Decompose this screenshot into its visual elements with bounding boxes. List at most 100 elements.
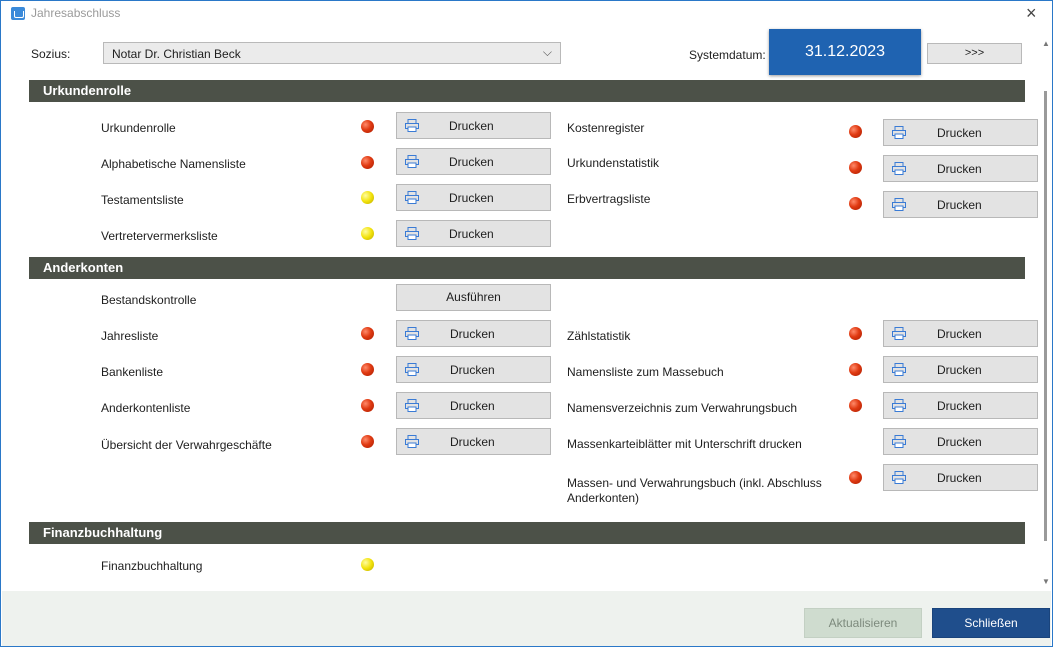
vertretervermerksliste-label: Vertretervermerksliste	[101, 229, 218, 243]
printer-icon	[892, 162, 906, 175]
print-button-label: Drucken	[450, 435, 495, 449]
systemdatum-value: 31.12.2023	[769, 29, 921, 75]
printer-icon	[405, 363, 419, 376]
print-button-alphabetische-namensliste[interactable]: Drucken	[396, 148, 551, 175]
print-button-zaehlstatistik[interactable]: Drucken	[883, 320, 1038, 347]
printer-icon	[892, 471, 906, 484]
status-indicator-red	[361, 120, 374, 133]
print-button-namensverzeichnis-verwahrungsbuch[interactable]: Drucken	[883, 392, 1038, 419]
execute-button-bestandskontrolle[interactable]: Ausführen	[396, 284, 551, 311]
scrollbar-thumb[interactable]	[1044, 91, 1047, 541]
print-button-namensliste-massebuch[interactable]: Drucken	[883, 356, 1038, 383]
print-button-label: Drucken	[937, 399, 982, 413]
title-bar: Jahresabschluss ×	[1, 1, 1052, 27]
bankenliste-label: Bankenliste	[101, 365, 164, 379]
printer-icon	[405, 155, 419, 168]
kostenregister-label: Kostenregister	[567, 121, 645, 135]
print-button-massen-verwahrungsbuch[interactable]: Drucken	[883, 464, 1038, 491]
status-indicator-red	[361, 435, 374, 448]
printer-icon	[892, 399, 906, 412]
print-button-uebersicht-verwahrgeschaefte[interactable]: Drucken	[396, 428, 551, 455]
printer-icon	[405, 399, 419, 412]
alphabetische-namensliste-label: Alphabetische Namensliste	[101, 157, 246, 171]
print-button-massenkarteiblaetter[interactable]: Drucken	[883, 428, 1038, 455]
printer-icon	[405, 119, 419, 132]
print-button-label: Drucken	[937, 162, 982, 176]
print-button-bankenliste[interactable]: Drucken	[396, 356, 551, 383]
print-button-label: Drucken	[937, 471, 982, 485]
bestandskontrolle-label: Bestandskontrolle	[101, 293, 197, 307]
print-button-label: Drucken	[449, 119, 494, 133]
status-indicator-yellow	[361, 227, 374, 240]
close-icon[interactable]: ×	[1026, 3, 1037, 24]
status-indicator-red	[849, 161, 862, 174]
print-button-label: Drucken	[937, 435, 982, 449]
print-button-label: Drucken	[450, 363, 495, 377]
zaehlstatistik-label: Zählstatistik	[567, 329, 631, 343]
anderkontenliste-label: Anderkontenliste	[101, 401, 191, 415]
printer-icon	[892, 435, 906, 448]
status-indicator-red	[849, 327, 862, 340]
finanzbuchhaltung-label: Finanzbuchhaltung	[101, 559, 203, 573]
status-indicator-yellow	[361, 191, 374, 204]
printer-icon	[892, 198, 906, 211]
print-button-erbvertragsliste[interactable]: Drucken	[883, 191, 1038, 218]
massen-verwahrungsbuch-label-line1: Massen- und Verwahrungsbuch (inkl. Absch…	[567, 476, 822, 490]
print-button-kostenregister[interactable]: Drucken	[883, 119, 1038, 146]
printer-icon	[405, 227, 419, 240]
status-indicator-red	[849, 125, 862, 138]
chevron-down-icon: ⌵	[542, 45, 552, 59]
status-indicator-red	[361, 363, 374, 376]
print-button-label: Drucken	[937, 363, 982, 377]
window-title: Jahresabschluss	[31, 6, 121, 20]
status-indicator-red	[361, 156, 374, 169]
status-indicator-red	[849, 399, 862, 412]
printer-icon	[892, 126, 906, 139]
next-button[interactable]: >>>	[927, 43, 1022, 64]
jahresabschluss-window: Jahresabschluss × Sozius: Notar Dr. Chri…	[0, 0, 1053, 647]
jahresliste-label: Jahresliste	[101, 329, 159, 343]
close-button[interactable]: Schließen	[932, 608, 1050, 638]
scroll-up-icon[interactable]: ▲	[1042, 39, 1050, 48]
print-button-label: Drucken	[937, 126, 982, 140]
footer-bar: Aktualisieren Schließen	[2, 591, 1051, 646]
status-indicator-red	[361, 399, 374, 412]
sozius-select[interactable]: Notar Dr. Christian Beck ⌵	[103, 42, 561, 64]
printer-icon	[405, 191, 419, 204]
print-button-testamentsliste[interactable]: Drucken	[396, 184, 551, 211]
app-icon	[11, 7, 25, 20]
urkundenrolle-label: Urkundenrolle	[101, 121, 176, 135]
print-button-label: Drucken	[449, 155, 494, 169]
erbvertragsliste-label: Erbvertragsliste	[567, 192, 651, 206]
sozius-select-value: Notar Dr. Christian Beck	[112, 47, 241, 61]
status-indicator-red	[361, 327, 374, 340]
print-button-urkundenrolle[interactable]: Drucken	[396, 112, 551, 139]
print-button-label: Drucken	[937, 198, 982, 212]
print-button-urkundenstatistik[interactable]: Drucken	[883, 155, 1038, 182]
printer-icon	[405, 435, 419, 448]
print-button-jahresliste[interactable]: Drucken	[396, 320, 551, 347]
print-button-label: Drucken	[449, 227, 494, 241]
print-button-anderkontenliste[interactable]: Drucken	[396, 392, 551, 419]
status-indicator-yellow	[361, 558, 374, 571]
massenkarteiblaetter-label: Massenkarteiblätter mit Unterschrift dru…	[567, 437, 802, 451]
printer-icon	[892, 327, 906, 340]
printer-icon	[405, 327, 419, 340]
vertical-scrollbar[interactable]: ▲ ▼	[1041, 31, 1051, 591]
print-button-vertretervermerksliste[interactable]: Drucken	[396, 220, 551, 247]
status-indicator-red	[849, 471, 862, 484]
uebersicht-verwahrgeschaefte-label: Übersicht der Verwahrgeschäfte	[101, 438, 272, 452]
section-header-anderkonten: Anderkonten	[29, 257, 1025, 279]
massen-verwahrungsbuch-label-line2: Anderkonten)	[567, 491, 640, 505]
scroll-down-icon[interactable]: ▼	[1042, 577, 1050, 586]
status-indicator-red	[849, 197, 862, 210]
printer-icon	[892, 363, 906, 376]
section-header-urkundenrolle: Urkundenrolle	[29, 80, 1025, 102]
systemdatum-label: Systemdatum:	[689, 48, 766, 62]
sozius-label: Sozius:	[31, 47, 71, 61]
status-indicator-red	[849, 363, 862, 376]
section-header-finanzbuchhaltung: Finanzbuchhaltung	[29, 522, 1025, 544]
namensverzeichnis-verwahrungsbuch-label: Namensverzeichnis zum Verwahrungsbuch	[567, 401, 798, 415]
print-button-label: Drucken	[450, 399, 495, 413]
refresh-button[interactable]: Aktualisieren	[804, 608, 922, 638]
